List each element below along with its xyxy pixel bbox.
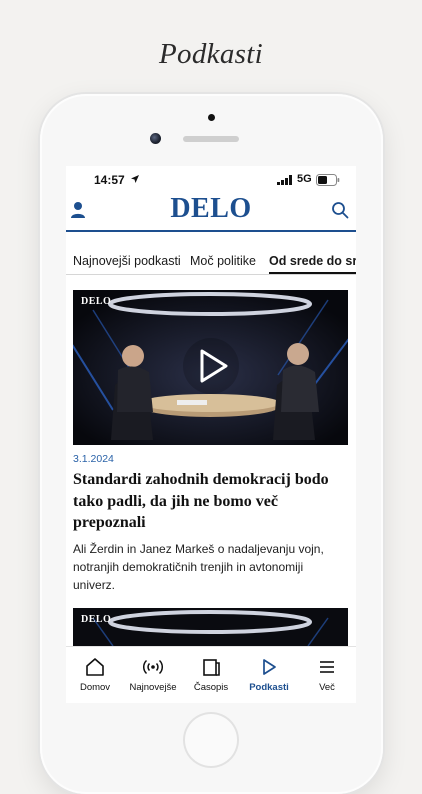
home-button[interactable]: [183, 712, 239, 768]
nav-label: Domov: [79, 682, 111, 693]
search-icon[interactable]: [331, 201, 349, 219]
nav-podkasti[interactable]: Podkasti: [240, 647, 298, 703]
article-image[interactable]: DELO: [73, 290, 348, 445]
promo-title: Podkasti: [159, 38, 263, 70]
battery-icon: [316, 174, 340, 186]
image-brand-tag: DELO: [81, 296, 112, 307]
image-brand-tag: DELO: [81, 614, 112, 625]
status-bar: 14:57 5G: [66, 166, 356, 192]
newspaper-icon: [203, 659, 220, 676]
article-headline[interactable]: Standardi zahodnih demokracij bodo tako …: [73, 469, 343, 534]
podcast-studio-image: [73, 608, 348, 646]
status-time: 14:57: [94, 173, 125, 187]
app-header: DELO: [66, 192, 356, 230]
nav-vec[interactable]: Več: [298, 647, 356, 703]
menu-icon: [320, 661, 334, 673]
broadcast-icon: [143, 659, 163, 675]
home-icon: [86, 658, 104, 676]
nav-casopis[interactable]: Časopis: [182, 647, 240, 703]
front-camera: [150, 133, 161, 144]
nav-label: Najnovejše: [129, 682, 177, 693]
app-screen: 14:57 5G DELO Najnovejši podkasti Moč po…: [66, 166, 356, 703]
article-summary: Ali Žerdin in Janez Markeš o nadaljevanj…: [73, 542, 324, 592]
podcast-tabs: Najnovejši podkasti Moč politike Od sred…: [66, 250, 356, 275]
nav-domov[interactable]: Domov: [66, 647, 124, 703]
article-date: 3.1.2024: [73, 453, 114, 465]
front-sensor: [208, 114, 215, 121]
delo-logo[interactable]: DELO: [66, 193, 356, 225]
play-icon: [263, 659, 276, 675]
nav-label: Časopis: [193, 682, 229, 693]
location-arrow-icon: [131, 175, 139, 183]
tab-od-srede-do-srede[interactable]: Od srede do sred: [269, 254, 356, 268]
active-tab-indicator: [269, 272, 356, 274]
network-label: 5G: [297, 173, 312, 185]
nav-najnovejse[interactable]: Najnovejše: [124, 647, 182, 703]
article-image[interactable]: DELO: [73, 608, 348, 646]
earpiece-speaker: [183, 136, 239, 142]
tab-najnovejsi-podkasti[interactable]: Najnovejši podkasti: [73, 254, 181, 268]
nav-label: Podkasti: [249, 682, 289, 693]
tab-moc-politike[interactable]: Moč politike: [190, 254, 256, 268]
play-icon[interactable]: [182, 337, 240, 395]
header-divider: [66, 230, 356, 232]
signal-icon: [277, 175, 292, 185]
nav-label: Več: [319, 682, 335, 693]
bottom-navigation: Domov Najnovejše Časopis Podkasti Več: [66, 646, 356, 703]
